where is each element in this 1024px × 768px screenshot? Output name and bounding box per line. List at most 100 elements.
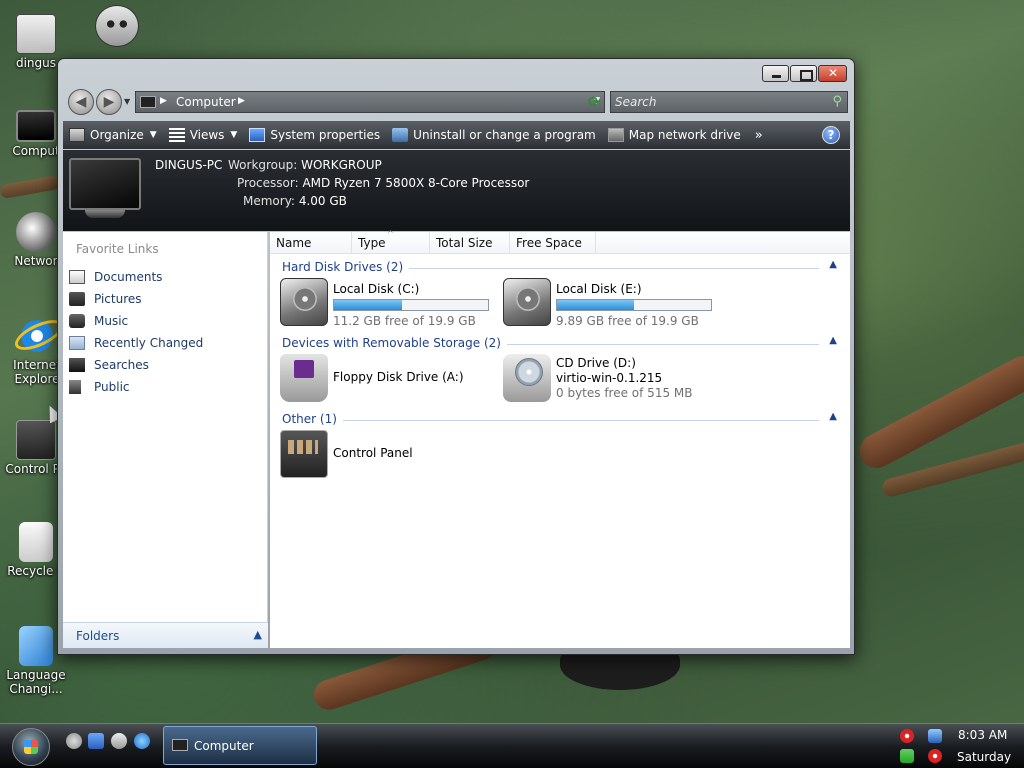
chevron-up-icon[interactable]: ▲ — [829, 335, 837, 346]
desktop-icon-label: Internet Explore — [13, 358, 61, 386]
system-properties-icon — [249, 128, 266, 142]
breadcrumb-computer[interactable]: Computer — [176, 95, 236, 109]
recently-changed-icon — [69, 336, 85, 350]
favorite-links-title: Favorite Links — [76, 242, 159, 256]
control-panel-icon — [16, 420, 56, 460]
column-header-free-space[interactable]: Free Space — [510, 232, 596, 254]
column-headers: Name Type Total Size Free Space ^ — [270, 229, 850, 254]
nav-link-label: Searches — [94, 358, 149, 372]
show-desktop-icon[interactable] — [66, 733, 82, 749]
recycle-bin-icon — [19, 522, 53, 562]
volume-muted-icon[interactable] — [928, 749, 942, 763]
drive-cd-d[interactable]: CD Drive (D:) virtio-win-0.1.215 0 bytes… — [503, 354, 718, 402]
map-network-drive-button[interactable]: Map network drive — [602, 121, 747, 149]
desktop-icon-label: Comput — [12, 144, 60, 158]
start-button[interactable] — [12, 728, 50, 766]
desktop-icon-label: Networ — [14, 254, 58, 268]
cd-drive-icon — [503, 354, 551, 402]
desktop-icon-label: dingus — [15, 56, 57, 70]
folders-toggle[interactable]: Folders ▲ — [63, 622, 268, 648]
chevron-up-icon: ▲ — [253, 628, 262, 641]
group-title: Hard Disk Drives (2) — [282, 260, 410, 274]
nav-link-pictures[interactable]: Pictures — [69, 288, 203, 310]
organize-button[interactable]: Organize ▼ — [63, 121, 163, 149]
monitor-stand — [85, 210, 125, 218]
recent-pages-dropdown[interactable]: ▼ — [124, 97, 130, 106]
group-hard-disk-drives[interactable]: Hard Disk Drives (2) ▲ — [282, 259, 837, 278]
views-label: Views — [189, 128, 225, 142]
security-shield-icon[interactable] — [900, 749, 914, 763]
help-button[interactable]: ? — [822, 126, 840, 144]
network-status-icon[interactable] — [928, 729, 942, 743]
maximize-button[interactable] — [790, 65, 817, 82]
chevron-up-icon[interactable]: ▲ — [829, 259, 837, 270]
minimize-button[interactable] — [762, 65, 789, 82]
nav-link-music[interactable]: Music — [69, 310, 203, 332]
group-divider — [282, 420, 819, 421]
column-header-total-size[interactable]: Total Size — [430, 232, 510, 254]
chevron-down-icon: ▼ — [230, 130, 238, 140]
forward-button[interactable]: ▶ — [96, 89, 122, 115]
nav-link-label: Recently Changed — [94, 336, 204, 350]
chevron-down-icon: ▼ — [149, 130, 157, 140]
item-name: Control Panel — [333, 446, 413, 460]
taskbar: Computer 8:03 AM Saturday — [0, 723, 1024, 768]
quick-launch-app-icon[interactable] — [111, 733, 127, 749]
clock-time[interactable]: 8:03 AM — [958, 728, 1007, 742]
security-alert-icon[interactable] — [900, 729, 914, 743]
internet-explorer-icon[interactable] — [134, 733, 150, 749]
control-panel-item[interactable]: Control Panel — [280, 430, 495, 478]
raccoon-icon[interactable] — [95, 5, 139, 47]
search-box: ⚲ — [610, 91, 848, 113]
nav-link-searches[interactable]: Searches — [69, 354, 203, 376]
group-removable-storage[interactable]: Devices with Removable Storage (2) ▲ — [282, 335, 837, 354]
hard-disk-icon — [503, 278, 551, 326]
drive-floppy-a[interactable]: Floppy Disk Drive (A:) — [280, 354, 495, 402]
sort-ascending-icon: ^ — [387, 229, 394, 238]
computer-icon — [16, 110, 56, 142]
folders-label: Folders — [76, 629, 120, 643]
uninstall-program-button[interactable]: Uninstall or change a program — [386, 121, 602, 149]
system-properties-button[interactable]: System properties — [243, 121, 386, 149]
drive-name: Local Disk (C:) — [333, 282, 420, 296]
taskbar-button-computer[interactable]: Computer — [163, 726, 317, 765]
nav-link-recently-changed[interactable]: Recently Changed — [69, 332, 203, 354]
breadcrumb-chevron-icon[interactable]: ▶ — [238, 96, 245, 106]
floppy-disk-icon — [280, 354, 328, 402]
nav-link-documents[interactable]: Documents — [69, 266, 203, 288]
navigation-pane: Favorite Links Documents Pictures Music … — [63, 232, 268, 648]
hard-disk-icon — [280, 278, 328, 326]
drive-local-disk-c[interactable]: Local Disk (C:) 11.2 GB free of 19.9 GB — [280, 278, 495, 328]
nav-link-label: Documents — [94, 270, 163, 284]
more-commands-button[interactable]: » — [747, 121, 771, 149]
group-other[interactable]: Other (1) ▲ — [282, 411, 837, 430]
back-button[interactable]: ◀ — [68, 89, 94, 115]
refresh-icon[interactable]: ⟳ — [588, 93, 601, 111]
chevron-up-icon[interactable]: ▲ — [829, 411, 837, 422]
processor-value: AMD Ryzen 7 5800X 8-Core Processor — [302, 176, 530, 190]
close-button[interactable] — [818, 65, 847, 82]
nav-link-public[interactable]: Public — [69, 376, 203, 398]
views-button[interactable]: Views ▼ — [163, 121, 244, 149]
search-input[interactable] — [615, 93, 825, 111]
processor-row: Processor: AMD Ryzen 7 5800X 8-Core Proc… — [237, 176, 529, 190]
column-header-name[interactable]: Name — [270, 232, 352, 254]
drive-usage-bar — [556, 299, 712, 311]
drive-name: Local Disk (E:) — [556, 282, 642, 296]
clock-day[interactable]: Saturday — [957, 750, 1011, 764]
address-bar[interactable]: ▶ Computer ▶ ▼ — [135, 91, 605, 113]
switch-windows-icon[interactable] — [88, 733, 104, 749]
organize-label: Organize — [90, 128, 144, 142]
nav-link-label: Pictures — [94, 292, 142, 306]
computer-name-row: DINGUS-PC — [155, 158, 222, 172]
breadcrumb-chevron-icon[interactable]: ▶ — [160, 96, 167, 106]
drive-local-disk-e[interactable]: Local Disk (E:) 9.89 GB free of 19.9 GB — [503, 278, 718, 328]
computer-icon — [172, 739, 188, 751]
drive-free-space: 9.89 GB free of 19.9 GB — [556, 314, 699, 328]
address-row: ◀ ▶ ▼ ▶ Computer ▶ ▼ ⟳ ⚲ — [66, 89, 848, 115]
computer-large-icon — [69, 158, 141, 210]
control-panel-icon — [280, 430, 328, 478]
details-header: DINGUS-PC Workgroup: WORKGROUP Processor… — [63, 150, 850, 231]
drive-free-space: 0 bytes free of 515 MB — [556, 386, 693, 400]
search-icon[interactable]: ⚲ — [832, 94, 842, 109]
